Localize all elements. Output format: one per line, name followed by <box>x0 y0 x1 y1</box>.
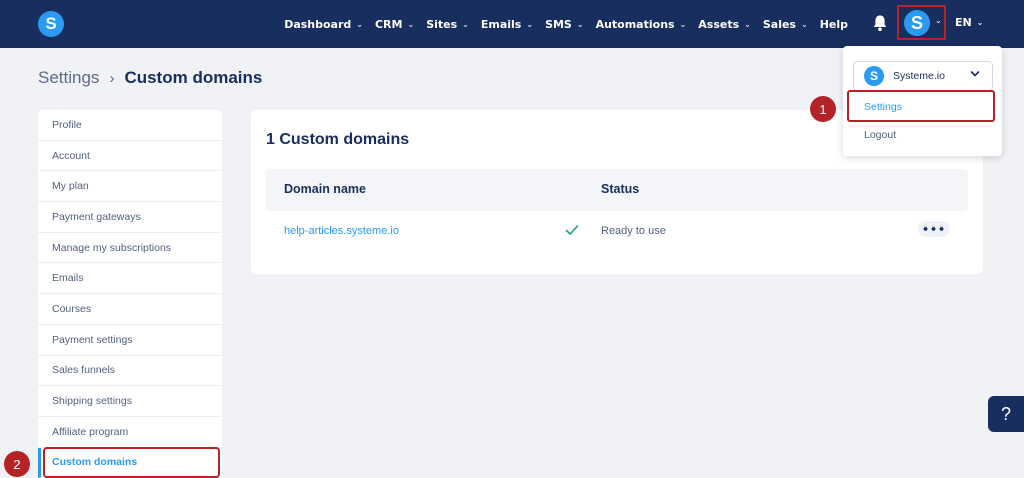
chevron-down-icon: ⌄ <box>935 16 942 25</box>
column-header-status: Status <box>601 182 640 196</box>
breadcrumb-settings-link[interactable]: Settings <box>38 68 99 88</box>
nav-assets[interactable]: Assets ⌄ <box>698 18 751 31</box>
help-button[interactable]: ? <box>988 396 1024 432</box>
user-avatar[interactable]: S <box>904 10 930 36</box>
language-selector[interactable]: EN ⌄ <box>955 16 983 29</box>
nav-label: CRM <box>374 17 403 31</box>
sidebar-item-payment-settings[interactable]: Payment settings <box>38 325 222 356</box>
page-title: Custom domains <box>124 68 263 87</box>
chevron-down-icon: ⌄ <box>462 19 469 29</box>
nav-sites[interactable]: Sites ⌄ <box>426 18 469 31</box>
highlight-box-custom-domains <box>43 447 220 478</box>
top-navigation-bar: S Dashboard ⌄ CRM ⌄ Sites ⌄ Emails ⌄ SMS ⌄ Au… <box>0 0 1024 48</box>
account-logo: S <box>864 66 884 86</box>
sidebar-item-shipping-settings[interactable]: Shipping settings <box>38 386 222 417</box>
account-name: Systeme.io <box>893 70 945 82</box>
main-nav: Dashboard ⌄ CRM ⌄ Sites ⌄ Emails ⌄ SMS ⌄ Auto… <box>272 0 848 48</box>
step-badge-1: 1 <box>810 96 836 122</box>
sidebar-item-account[interactable]: Account <box>38 141 222 172</box>
domain-link[interactable]: help-articles.systeme.io <box>284 225 399 237</box>
user-menu-trigger[interactable]: S ⌄ <box>897 5 946 40</box>
nav-dashboard[interactable]: Dashboard ⌄ <box>284 18 363 31</box>
nav-emails[interactable]: Emails ⌄ <box>481 18 533 31</box>
nav-label: Emails <box>480 17 522 31</box>
settings-sidebar: Profile Account My plan Payment gateways… <box>38 110 222 478</box>
nav-sms[interactable]: SMS ⌄ <box>545 18 584 31</box>
nav-label: Sites <box>426 17 458 31</box>
highlight-box-settings <box>847 90 995 122</box>
menu-item-logout[interactable]: Logout <box>864 129 896 141</box>
nav-label: Dashboard <box>284 17 352 31</box>
nav-label: Automations <box>595 17 675 31</box>
chevron-down-icon: ⌄ <box>744 19 751 29</box>
sidebar-item-profile[interactable]: Profile <box>38 110 222 141</box>
check-icon <box>565 225 579 235</box>
card-title: 1 Custom domains <box>266 131 410 148</box>
chevron-down-icon: ⌄ <box>407 19 415 29</box>
language-label: EN <box>955 16 972 29</box>
status-text: Ready to use <box>601 225 666 237</box>
chevron-down-icon <box>970 71 980 77</box>
column-header-domain: Domain name <box>284 182 366 196</box>
nav-label: Help <box>819 17 848 31</box>
bell-icon[interactable] <box>872 14 888 32</box>
sidebar-item-affiliate-program[interactable]: Affiliate program <box>38 417 222 448</box>
nav-label: Sales <box>762 17 796 31</box>
nav-sales[interactable]: Sales ⌄ <box>763 18 808 31</box>
chevron-down-icon: ⌄ <box>576 19 584 29</box>
nav-automations[interactable]: Automations ⌄ <box>596 18 687 31</box>
nav-label: Assets <box>698 17 740 31</box>
sidebar-item-courses[interactable]: Courses <box>38 294 222 325</box>
sidebar-item-sales-funnels[interactable]: Sales funnels <box>38 356 222 387</box>
sidebar-item-emails[interactable]: Emails <box>38 263 222 295</box>
sidebar-item-payment-gateways[interactable]: Payment gateways <box>38 202 222 233</box>
sidebar-item-my-plan[interactable]: My plan <box>38 171 222 203</box>
chevron-down-icon: ⌄ <box>356 19 363 29</box>
sidebar-item-manage-subscriptions[interactable]: Manage my subscriptions <box>38 233 222 264</box>
nav-help[interactable]: Help <box>820 18 848 31</box>
account-switcher[interactable]: S Systeme.io <box>853 61 993 91</box>
table-header: Domain name Status <box>266 169 968 211</box>
row-actions-button[interactable]: ••• <box>918 221 950 237</box>
brand-logo[interactable]: S <box>38 11 64 37</box>
breadcrumb-separator-icon: › <box>109 69 115 87</box>
nav-label: SMS <box>545 17 572 31</box>
chevron-down-icon: ⌄ <box>800 19 808 29</box>
chevron-down-icon: ⌄ <box>526 19 534 29</box>
chevron-down-icon: ⌄ <box>679 19 687 29</box>
breadcrumb: Settings › Custom domains <box>38 68 262 88</box>
step-badge-2: 2 <box>4 451 30 477</box>
chevron-down-icon: ⌄ <box>976 18 984 27</box>
table-row: help-articles.systeme.io Ready to use ••… <box>266 214 968 250</box>
nav-crm[interactable]: CRM ⌄ <box>375 18 414 31</box>
